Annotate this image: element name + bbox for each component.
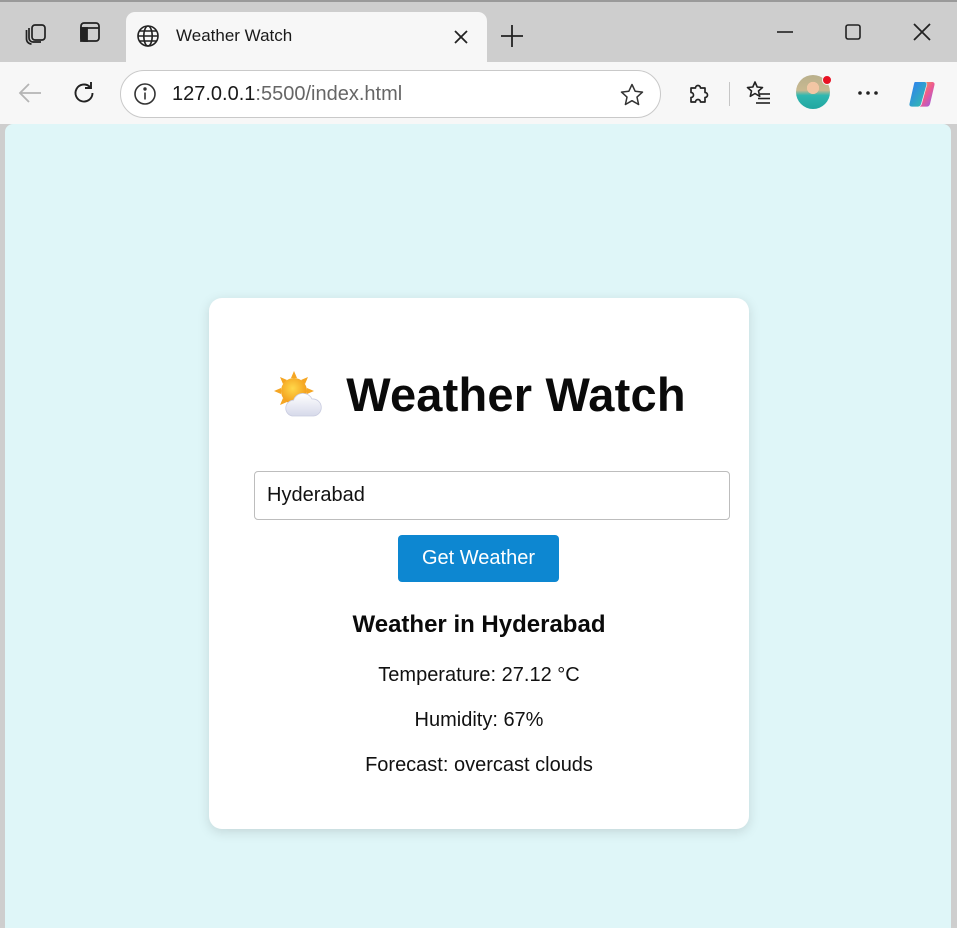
temperature-text: Temperature: 27.12 °C	[378, 664, 580, 686]
close-window-icon[interactable]	[908, 18, 936, 46]
puzzle-icon[interactable]	[685, 79, 713, 107]
minimize-icon[interactable]	[771, 18, 799, 46]
plus-icon[interactable]	[498, 22, 526, 50]
result-title: Weather in Hyderabad	[352, 611, 606, 638]
page-title: Weather Watch	[209, 366, 749, 422]
globe-icon	[137, 25, 159, 47]
copilot-icon[interactable]	[906, 77, 940, 111]
star-icon[interactable]	[619, 82, 645, 108]
notification-dot	[822, 75, 832, 85]
favorites-list-icon[interactable]	[745, 79, 773, 107]
back-arrow-icon[interactable]	[16, 79, 44, 107]
refresh-icon[interactable]	[70, 79, 98, 107]
vertical-tabs-icon[interactable]	[74, 16, 106, 48]
tab-weather-watch[interactable]: Weather Watch	[126, 12, 487, 64]
forecast-text: Forecast: overcast clouds	[365, 754, 593, 776]
browser-toolbar: 127.0.0.1:5500/index.html	[0, 62, 957, 124]
humidity-text: Humidity: 67%	[414, 709, 544, 731]
sun-behind-cloud-icon	[274, 371, 322, 417]
url-path: :5500/index.html	[255, 83, 403, 105]
url-host: 127.0.0.1	[172, 83, 256, 105]
weather-card: Weather Watch Get Weather Weather in Hyd…	[209, 298, 749, 829]
ellipsis-icon[interactable]	[854, 79, 882, 107]
tab-title: Weather Watch	[176, 26, 293, 45]
close-icon[interactable]	[450, 26, 472, 48]
get-weather-button[interactable]: Get Weather	[398, 535, 559, 582]
app-heading: Weather Watch	[346, 367, 686, 421]
page-viewport: Weather Watch Get Weather Weather in Hyd…	[5, 124, 951, 928]
tab-strip: Weather Watch	[0, 2, 957, 64]
city-search-input[interactable]	[254, 471, 730, 520]
browser-window: Weather Watch 127.0.0.1:5500/index.html …	[0, 0, 957, 928]
info-icon[interactable]	[131, 80, 159, 108]
address-bar[interactable]: 127.0.0.1:5500/index.html	[120, 70, 661, 118]
maximize-icon[interactable]	[839, 18, 867, 46]
workspaces-icon[interactable]	[20, 16, 52, 48]
url-text[interactable]: 127.0.0.1:5500/index.html	[172, 83, 402, 106]
toolbar-separator	[729, 82, 730, 106]
